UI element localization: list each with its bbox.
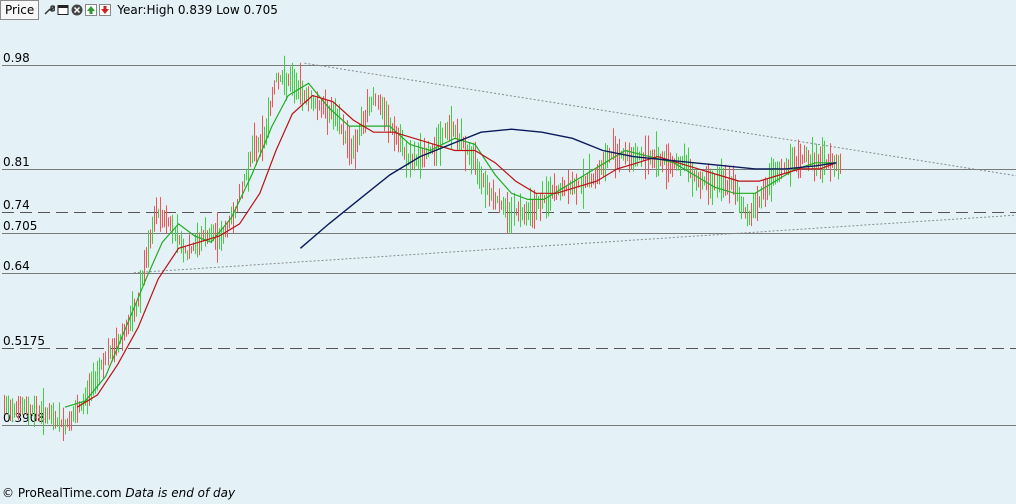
- chart-toolbar: Price Year:High 0.839 Low 0.705: [0, 0, 1016, 20]
- price-label-box[interactable]: Price: [0, 0, 40, 20]
- y-tick-label: 0.3908: [3, 411, 45, 425]
- y-tick-label: 0.64: [3, 259, 30, 273]
- window-icon[interactable]: [57, 4, 69, 16]
- trendline: [133, 214, 1016, 274]
- move-up-icon[interactable]: [85, 4, 98, 16]
- chart-footer: © ProRealTime.com Data is end of day: [2, 486, 235, 500]
- move-down-icon[interactable]: [99, 4, 112, 16]
- moving-average-line: [64, 82, 837, 408]
- y-tick-label: 0.74: [3, 198, 30, 212]
- y-tick-label: 0.81: [3, 155, 30, 169]
- close-icon[interactable]: [71, 4, 83, 16]
- source-credit: © ProRealTime.com: [2, 486, 122, 500]
- y-tick-label: 0.5175: [3, 334, 45, 348]
- price-label: Price: [5, 3, 35, 17]
- data-note: Data is end of day: [125, 486, 236, 500]
- year-high-low-text: Year:High 0.839 Low 0.705: [117, 3, 278, 17]
- y-tick-label: 0.705: [3, 219, 37, 233]
- chart-svg: 0.98 0.81 0.74 0.705 0.64 0.5175 0.3908: [2, 51, 1016, 442]
- price-chart: 0.98 0.81 0.74 0.705 0.64 0.5175 0.3908: [0, 0, 1016, 500]
- wrench-icon[interactable]: [43, 4, 56, 16]
- y-tick-label: 0.98: [3, 51, 30, 65]
